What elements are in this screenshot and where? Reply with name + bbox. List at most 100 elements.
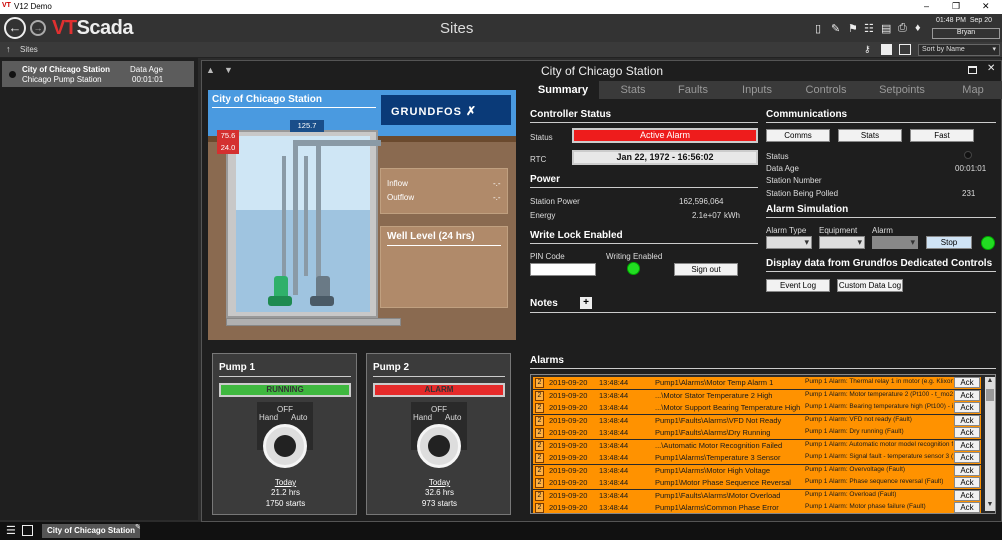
ack-button[interactable]: Ack: [954, 427, 980, 438]
tab-map[interactable]: Map: [947, 81, 999, 99]
site-list-item[interactable]: City of Chicago Station Chicago Pump Sta…: [2, 61, 194, 87]
data-age-label: Data Age: [130, 65, 163, 74]
rail-pipe-2: [304, 156, 308, 276]
outflow-value: -.-: [493, 193, 501, 202]
tab-faults[interactable]: Faults: [667, 81, 719, 99]
alarm-row[interactable]: 2 2019-09-20 13:48:44 Pump1\Alarms\Temperat…: [533, 452, 981, 464]
alarm-description: Pump 1 Alarm: VFD not ready (Fault): [805, 415, 912, 423]
alarm-row[interactable]: 2 2019-09-20 13:48:44 Pump1\Alarms\Motor Te…: [533, 377, 981, 389]
grundfos-controls-heading: Display data from Grundfos Dedicated Con…: [766, 258, 993, 269]
tag-icon[interactable]: ⚑: [848, 22, 858, 35]
ack-button[interactable]: Ack: [954, 489, 980, 501]
alarm-row[interactable]: 2 2019-09-20 13:48:44 Pump1\Faults\Alarms\M…: [533, 489, 981, 502]
network-icon[interactable]: ☷: [864, 22, 874, 35]
equipment-select[interactable]: [819, 236, 865, 249]
alarm-type-select[interactable]: [766, 236, 812, 249]
energy-label: Energy: [530, 211, 556, 220]
alarm-row[interactable]: 2 2019-09-20 13:48:44 ...\Automatic Motor R…: [533, 439, 981, 452]
key-icon[interactable]: ⚷: [864, 44, 871, 55]
taskbar-tab[interactable]: City of Chicago Station: [42, 524, 140, 538]
scroll-up-icon[interactable]: ▲: [985, 377, 995, 387]
divider: [373, 376, 505, 377]
up-arrow-icon[interactable]: ↑: [6, 44, 11, 54]
user-box[interactable]: Bryan: [932, 28, 1000, 39]
back-icon[interactable]: ←: [4, 17, 26, 39]
forward-icon[interactable]: →: [30, 20, 46, 36]
ack-button[interactable]: Ack: [954, 439, 980, 451]
alarm-row[interactable]: 2 2019-09-20 13:48:44 Pump1\Faults\Alarms\V…: [533, 414, 981, 427]
station-tabs: Summary Stats Faults Inputs Controls Set…: [527, 81, 1002, 99]
ack-button[interactable]: Ack: [954, 477, 980, 488]
ack-button[interactable]: Ack: [954, 452, 980, 463]
ack-button[interactable]: Ack: [954, 414, 980, 426]
alarm-row[interactable]: 2 2019-09-20 13:48:44 Pump1\Faults\Alarms\D…: [533, 427, 981, 439]
alarm-time: 13:48:44: [599, 478, 629, 487]
custom-data-log-button[interactable]: Custom Data Log: [837, 279, 903, 292]
stats-button[interactable]: Stats: [838, 129, 902, 142]
fast-button[interactable]: Fast: [910, 129, 974, 142]
ack-button[interactable]: Ack: [954, 377, 980, 388]
simulation-led: [981, 236, 995, 250]
alarm-row[interactable]: 2 2019-09-20 13:48:44 Pump1\Alarms\Motor Hi…: [533, 464, 981, 477]
triangle-down-icon[interactable]: ▼: [224, 65, 233, 75]
report-icon[interactable]: ▤: [881, 22, 891, 35]
stop-button[interactable]: Stop: [926, 236, 972, 249]
divider: [530, 312, 996, 313]
battery-icon[interactable]: ▯: [815, 22, 821, 35]
alarm-time: 13:48:44: [599, 428, 629, 437]
close-icon[interactable]: ✕: [987, 63, 995, 74]
alarm-scrollbar[interactable]: ▲ ▼: [985, 377, 995, 511]
tab-setpoints[interactable]: Setpoints: [871, 81, 933, 99]
alarm-row[interactable]: 2 2019-09-20 13:48:44 ...\Motor Stator Temp…: [533, 389, 981, 402]
today-link[interactable]: Today: [367, 478, 512, 487]
hoa-switch-knob[interactable]: [417, 424, 461, 468]
site-list: City of Chicago Station Chicago Pump Sta…: [0, 58, 198, 520]
window-close-icon[interactable]: ✕: [982, 1, 990, 12]
add-note-button[interactable]: +: [580, 297, 592, 309]
event-log-button[interactable]: Event Log: [766, 279, 830, 292]
comms-button[interactable]: Comms: [766, 129, 830, 142]
sort-select[interactable]: Sort by Name ▾: [918, 44, 1000, 56]
tab-inputs[interactable]: Inputs: [731, 81, 783, 99]
alarm-priority-badge: 2: [535, 440, 544, 451]
tab-controls[interactable]: Controls: [797, 81, 855, 99]
hamburger-icon[interactable]: ☰: [6, 524, 16, 537]
pin-icon[interactable]: ✎: [135, 523, 141, 531]
maximize-icon[interactable]: [968, 66, 977, 74]
restore-icon[interactable]: ❐: [952, 1, 960, 12]
ack-button[interactable]: Ack: [954, 502, 980, 513]
ack-button[interactable]: Ack: [954, 402, 980, 413]
pin-code-input[interactable]: [530, 263, 596, 276]
alarm-priority-badge: 2: [535, 415, 544, 426]
alarm-description: Pump 1 Alarm: Automatic motor model reco…: [805, 440, 953, 448]
today-link[interactable]: Today: [213, 478, 358, 487]
grid-icon[interactable]: [22, 525, 33, 536]
ack-button[interactable]: Ack: [954, 389, 980, 401]
scroll-down-icon[interactable]: ▼: [985, 501, 995, 511]
alarm-row[interactable]: 2 2019-09-20 13:48:44 Pump1\Motor Phase Seq…: [533, 477, 981, 489]
window-title: V12 Demo: [14, 2, 52, 11]
edit-icon[interactable]: ✎: [831, 22, 840, 35]
alarm-priority-badge: 2: [535, 478, 544, 488]
grundfos-logo-icon: GRUNDFOS ✗: [381, 95, 511, 125]
printer-icon[interactable]: ⎙: [898, 22, 907, 35]
triangle-up-icon[interactable]: ▲: [206, 65, 215, 75]
sign-out-button[interactable]: Sign out: [674, 263, 738, 276]
ack-button[interactable]: Ack: [954, 464, 980, 476]
scroll-thumb[interactable]: [986, 389, 994, 401]
breadcrumb[interactable]: Sites: [20, 45, 38, 54]
alarm-row[interactable]: 2 2019-09-20 13:48:44 ...\Motor Support Bea…: [533, 402, 981, 414]
bell-icon[interactable]: ♦: [915, 22, 921, 34]
alarm-tag: Pump1\Faults\Alarms\VFD Not Ready: [655, 415, 782, 425]
tab-stats[interactable]: Stats: [599, 81, 667, 99]
alarm-row[interactable]: 2 2019-09-20 13:48:44 Pump1\Alarms\Common P…: [533, 502, 981, 513]
hoa-switch-knob[interactable]: [263, 424, 307, 468]
layout-icon[interactable]: [899, 44, 911, 55]
pump-title: Pump 1: [219, 362, 256, 373]
minimize-icon[interactable]: –: [924, 1, 929, 11]
settings-icon[interactable]: [881, 44, 892, 55]
alarm-time: 13:48:44: [599, 415, 629, 425]
controller-status-heading: Controller Status: [530, 109, 612, 120]
tab-summary[interactable]: Summary: [527, 81, 599, 99]
alarm-select[interactable]: [872, 236, 918, 249]
